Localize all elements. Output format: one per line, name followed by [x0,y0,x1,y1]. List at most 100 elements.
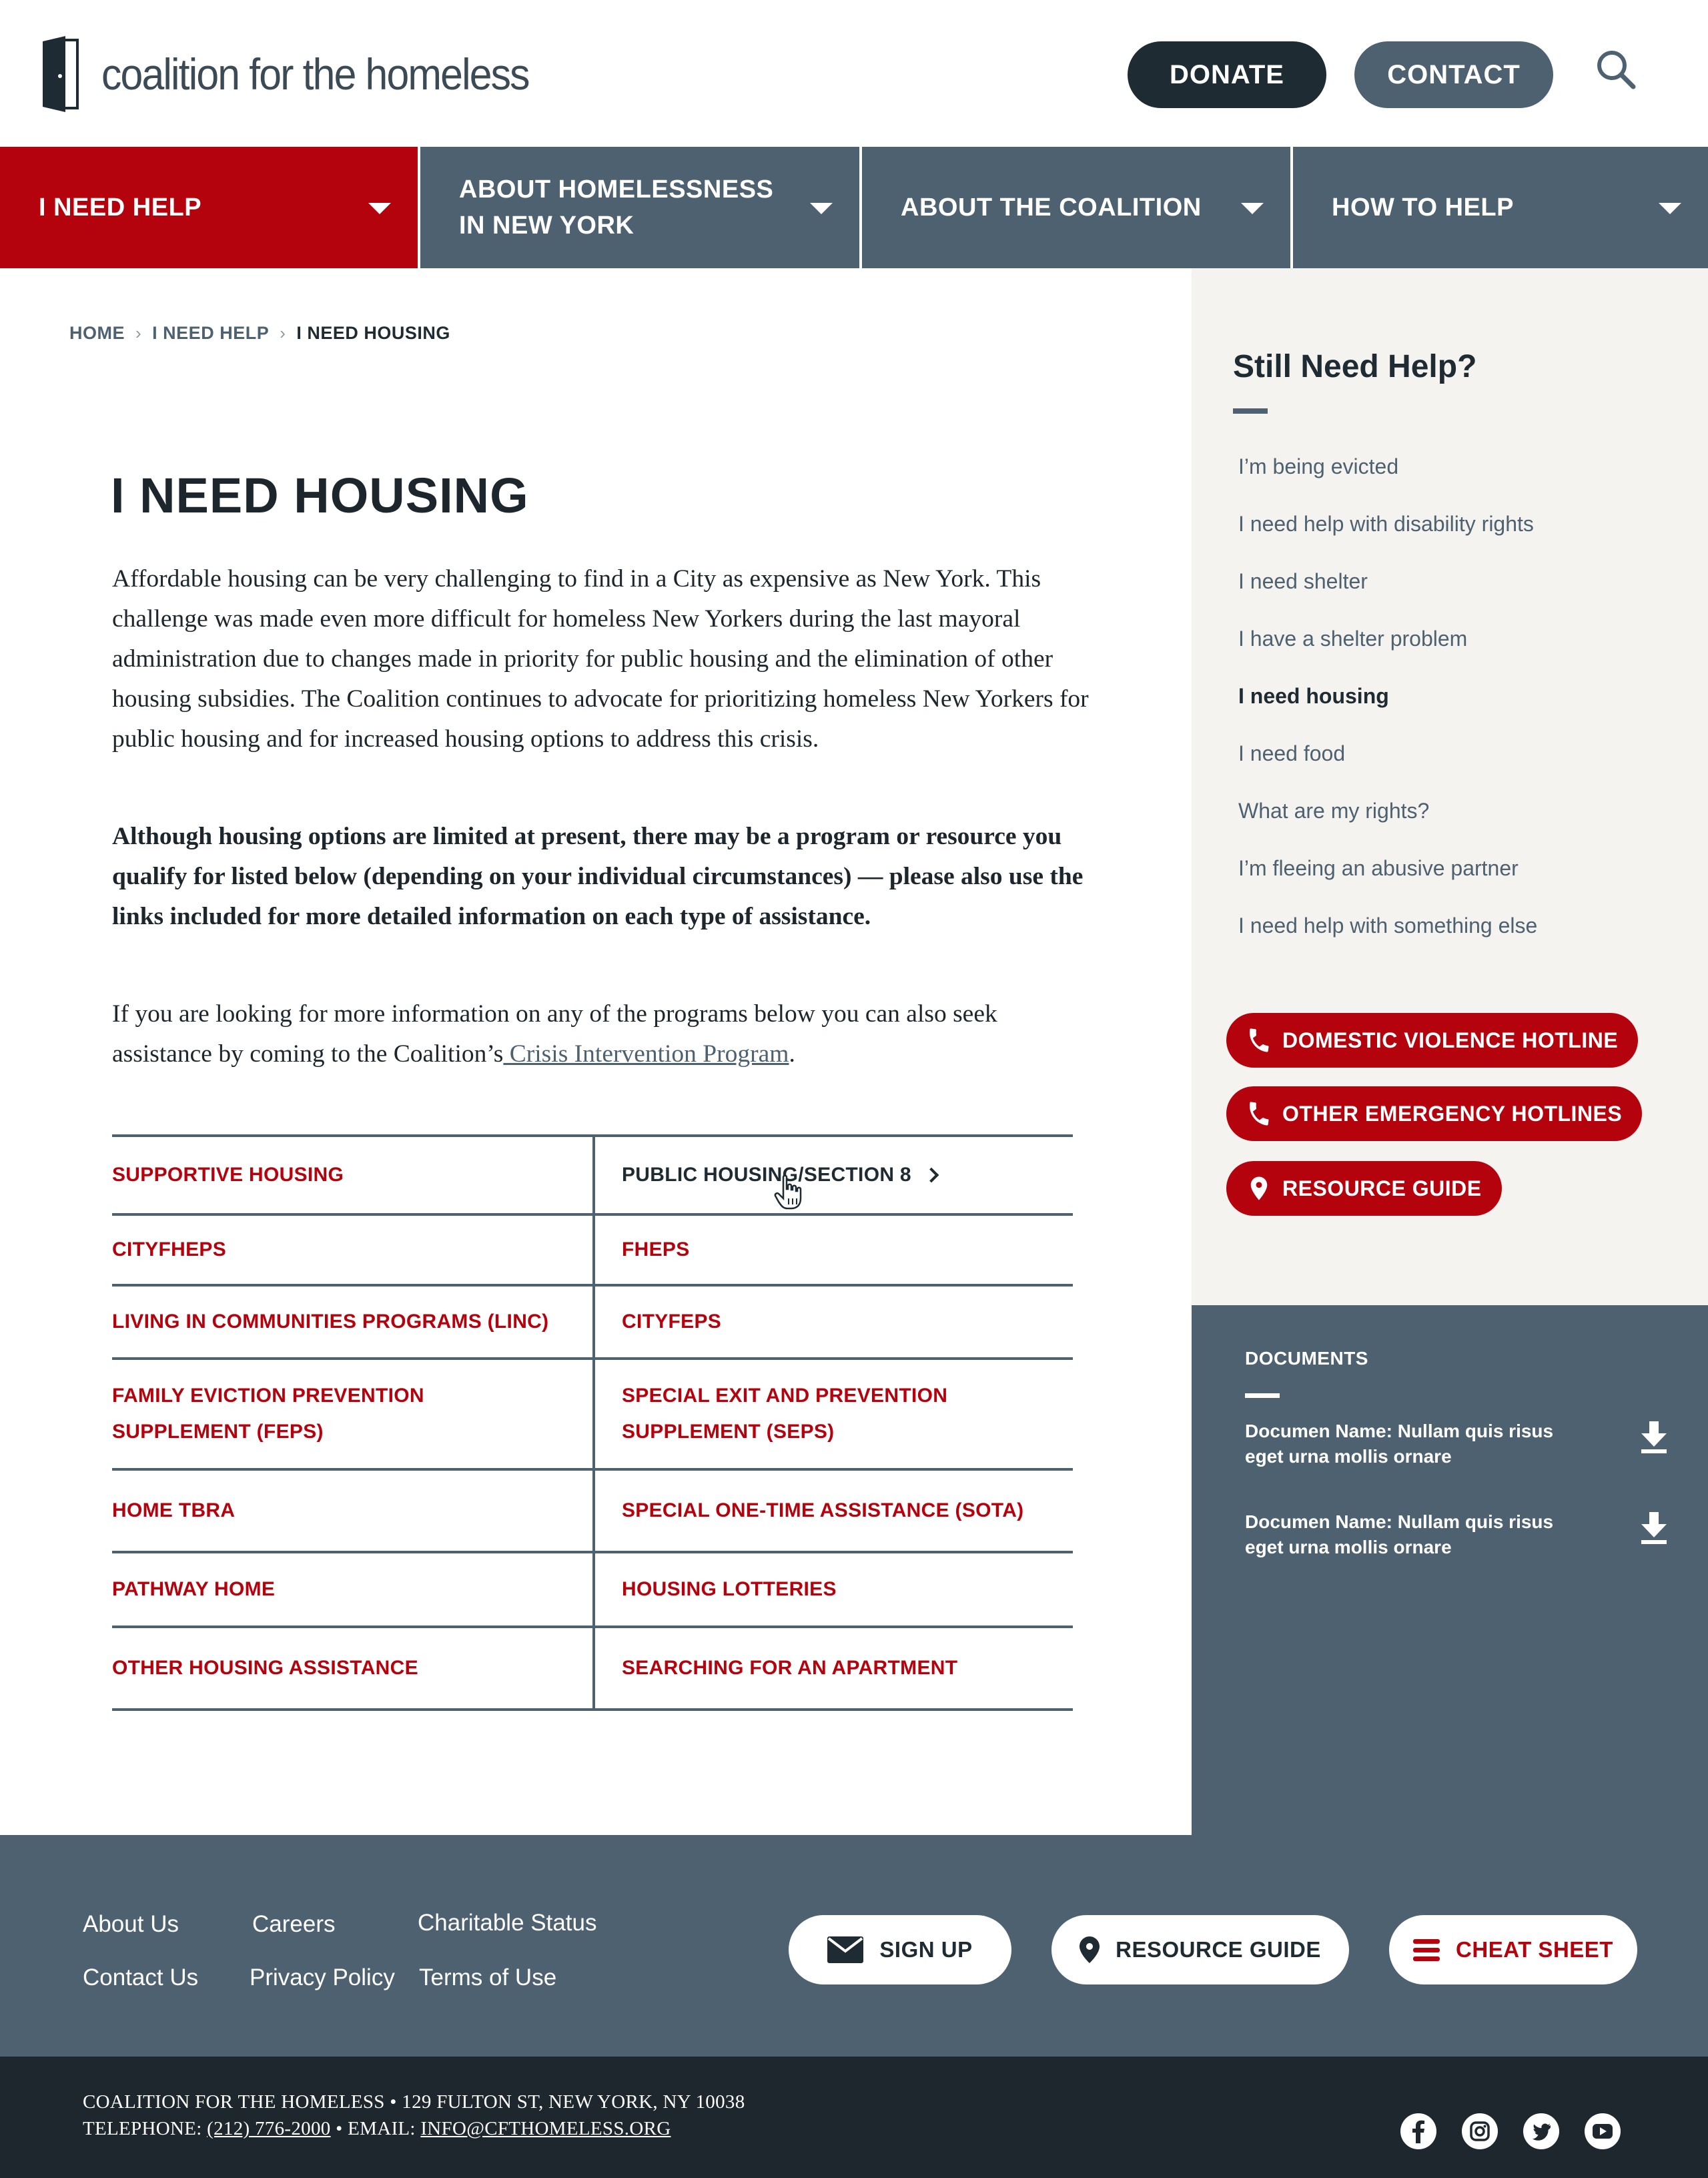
program-link[interactable]: FAMILY EVICTION PREVENTION SUPPLEMENT (F… [112,1360,592,1468]
program-link[interactable]: PATHWAY HOME [112,1553,592,1625]
table-row: PATHWAY HOME HOUSING LOTTERIES [112,1553,1073,1628]
program-link[interactable]: OTHER HOUSING ASSISTANCE [112,1628,592,1708]
program-link-label: PUBLIC HOUSING/SECTION 8 [622,1164,911,1186]
email-link[interactable]: INFO@CFTHOMELESS.ORG [420,2118,671,2139]
sidebar-help-links: I’m being evicted I need help with disab… [1238,443,1537,960]
sidebar-title-rule [1233,408,1268,414]
program-link[interactable]: HOME TBRA [112,1471,592,1551]
footer-link-charitable[interactable]: Charitable Status [418,1910,596,1936]
nav-label: ABOUT HOMELESSNESS IN NEW YORK [459,175,774,240]
instagram-icon[interactable] [1461,2113,1499,2150]
crisis-paragraph-end: . [789,1040,795,1068]
resource-guide-button[interactable]: RESOURCE GUIDE [1226,1161,1502,1216]
sidebar-item-food[interactable]: I need food [1238,730,1537,787]
program-link[interactable]: FHEPS [592,1216,1073,1284]
other-emergency-hotlines-button[interactable]: OTHER EMERGENCY HOTLINES [1226,1086,1643,1141]
document-name: Documen Name: Nullam quis risus eget urn… [1245,1421,1554,1467]
button-label: DOMESTIC VIOLENCE HOTLINE [1282,1028,1619,1052]
nav-label: I NEED HELP [39,194,202,222]
site-header: coalition for the homeless DONATE CONTAC… [0,0,1708,147]
table-row: SUPPORTIVE HOUSING PUBLIC HOUSING/SECTIO… [112,1134,1073,1216]
telephone-label: TELEPHONE: [83,2118,207,2139]
breadcrumb-separator-icon: › [135,323,142,343]
footer-link-privacy[interactable]: Privacy Policy [250,1964,395,1991]
footer-link-careers[interactable]: Careers [252,1911,335,1938]
table-row: HOME TBRA SPECIAL ONE-TIME ASSISTANCE (S… [112,1471,1073,1553]
nav-item-i-need-help[interactable]: I NEED HELP [0,147,418,268]
breadcrumb-i-need-help[interactable]: I NEED HELP [152,323,269,344]
sidebar-item-evicted[interactable]: I’m being evicted [1238,443,1537,500]
housing-programs-grid: SUPPORTIVE HOUSING PUBLIC HOUSING/SECTIO… [112,1134,1073,1711]
breadcrumb-home[interactable]: HOME [69,323,125,344]
telephone-link[interactable]: (212) 776-2000 [207,2118,330,2139]
documents-title-rule [1245,1393,1280,1398]
nav-item-about-coalition[interactable]: ABOUT THE COALITION [862,147,1290,268]
program-link[interactable]: CITYFEPS [592,1287,1073,1357]
notice-paragraph: Although housing options are limited at … [112,823,1084,930]
intro-paragraph: Affordable housing can be very challengi… [112,565,1089,753]
donate-button[interactable]: DONATE [1128,41,1326,108]
footer-link-about[interactable]: About Us [83,1911,179,1938]
sidebar-item-rights[interactable]: What are my rights? [1238,787,1537,845]
facebook-icon[interactable] [1400,2113,1437,2150]
map-pin-icon [1250,1176,1268,1200]
footer-link-contact[interactable]: Contact Us [83,1964,198,1991]
table-row: OTHER HOUSING ASSISTANCE SEARCHING FOR A… [112,1628,1073,1711]
nav-label: ABOUT THE COALITION [901,194,1202,222]
sidebar-item-disability-rights[interactable]: I need help with disability rights [1238,500,1537,558]
program-link[interactable]: LIVING IN COMMUNITIES PROGRAMS (LINC) [112,1287,592,1357]
nav-item-how-to-help[interactable]: HOW TO HELP [1293,147,1708,268]
list-icon [1413,1939,1440,1961]
document-item[interactable]: Documen Name: Nullam quis risus eget urn… [1245,1509,1667,1560]
crisis-paragraph: If you are looking for more information … [112,994,1090,1074]
sidebar-item-housing[interactable]: I need housing [1238,673,1537,730]
sidebar-item-abusive-partner[interactable]: I’m fleeing an abusive partner [1238,845,1537,902]
page-title: I NEED HOUSING [111,468,529,523]
chevron-right-icon [923,1167,939,1183]
program-link[interactable]: HOUSING LOTTERIES [592,1553,1073,1625]
program-link[interactable]: SUPPORTIVE HOUSING [112,1137,592,1213]
search-icon[interactable] [1595,48,1637,91]
hand-cursor-icon [774,1174,802,1210]
download-icon[interactable] [1639,1420,1669,1453]
breadcrumb-separator-icon: › [280,323,286,343]
program-link[interactable]: CITYFHEPS [112,1216,592,1284]
program-link-hovered[interactable]: PUBLIC HOUSING/SECTION 8 [592,1137,1073,1213]
youtube-icon[interactable] [1584,2113,1621,2150]
nav-item-about-homelessness[interactable]: ABOUT HOMELESSNESS IN NEW YORK [420,147,859,268]
domestic-violence-hotline-button[interactable]: DOMESTIC VIOLENCE HOTLINE [1226,1013,1639,1068]
sidebar-item-something-else[interactable]: I need help with something else [1238,902,1537,960]
contact-button[interactable]: CONTACT [1354,41,1553,108]
envelope-icon [827,1936,864,1963]
caret-down-icon [368,203,391,214]
twitter-icon[interactable] [1523,2113,1560,2150]
document-item[interactable]: Documen Name: Nullam quis risus eget urn… [1245,1419,1667,1469]
site-logo[interactable]: coalition for the homeless [39,36,566,112]
sidebar-item-shelter-problem[interactable]: I have a shelter problem [1238,615,1537,673]
program-link[interactable]: SPECIAL ONE-TIME ASSISTANCE (SOTA) [592,1471,1073,1551]
sidebar-item-shelter[interactable]: I need shelter [1238,558,1537,615]
program-link[interactable]: SPECIAL EXIT AND PREVENTION SUPPLEMENT (… [592,1360,1073,1468]
button-label: SIGN UP [879,1937,973,1962]
button-label: OTHER EMERGENCY HOTLINES [1282,1101,1623,1126]
document-name: Documen Name: Nullam quis risus eget urn… [1245,1511,1554,1557]
sidebar-title: Still Need Help? [1233,349,1477,384]
door-logo-icon [43,36,79,112]
footer-resource-guide-button[interactable]: RESOURCE GUIDE [1051,1915,1349,1984]
sign-up-button[interactable]: SIGN UP [789,1915,1011,1984]
footer-link-terms[interactable]: Terms of Use [419,1964,556,1991]
button-label: RESOURCE GUIDE [1282,1176,1482,1200]
button-label: RESOURCE GUIDE [1116,1937,1321,1962]
crisis-intervention-link[interactable]: Crisis Intervention Program [503,1040,789,1068]
documents-panel: DOCUMENTS Documen Name: Nullam quis risu… [1192,1305,1708,1835]
cheat-sheet-button[interactable]: CHEAT SHEET [1389,1915,1637,1984]
breadcrumb: HOME › I NEED HELP › I NEED HOUSING [69,323,450,344]
caret-down-icon [810,203,833,214]
caret-down-icon [1241,203,1264,214]
download-icon[interactable] [1639,1511,1669,1544]
nav-label: HOW TO HELP [1332,194,1514,222]
phone-icon [1250,1028,1269,1052]
program-link[interactable]: SEARCHING FOR AN APARTMENT [592,1628,1073,1708]
phone-icon [1250,1102,1269,1126]
logo-text: coalition for the homeless [101,49,530,99]
